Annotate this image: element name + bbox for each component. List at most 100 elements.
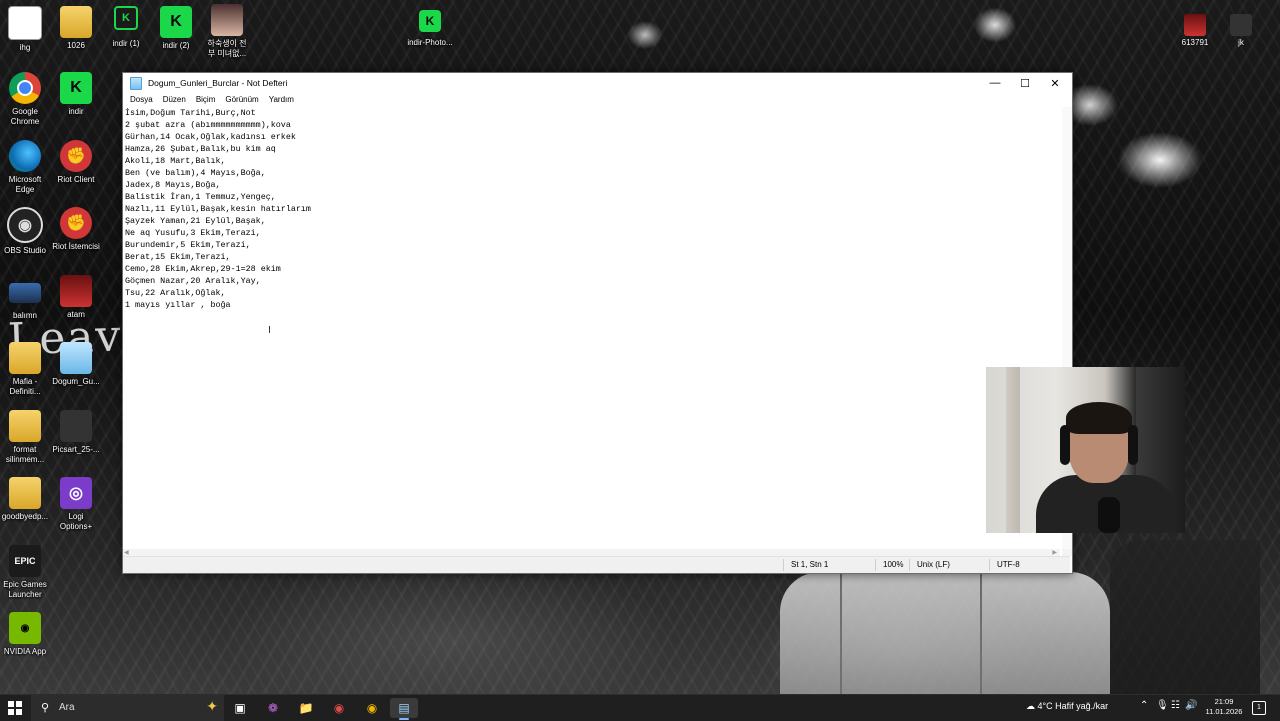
chrome-icon: [9, 72, 41, 104]
headset-icon: [1128, 425, 1138, 465]
window-title: Dogum_Gunleri_Burclar - Not Defteri: [148, 78, 288, 88]
sparkle-icon: ✦: [206, 698, 218, 714]
kick-icon: K: [160, 6, 192, 38]
menu-duzen[interactable]: Düzen: [158, 93, 191, 107]
photo-icon: [1230, 14, 1252, 36]
desktop-icon-nvidia-app[interactable]: ◉ NVIDIA App: [0, 612, 56, 657]
menu-yardim[interactable]: Yardım: [264, 93, 299, 107]
horizontal-scrollbar[interactable]: ◀ ▶: [123, 549, 1060, 556]
folder-icon: [60, 6, 92, 38]
copilot-icon[interactable]: ❁: [259, 698, 287, 718]
weather-text: 4°C Hafif yağ./kar: [1037, 701, 1109, 711]
media-player-icon[interactable]: ◉: [325, 698, 353, 718]
desktop-icon-riot-istemcisi[interactable]: ✊ Riot İstemcisi: [45, 207, 107, 252]
start-button[interactable]: [8, 701, 22, 715]
clock[interactable]: 21:09 11.01.2026: [1203, 697, 1245, 717]
photo-icon: [211, 4, 243, 36]
game-icon: [9, 342, 41, 374]
edge-icon: [9, 140, 41, 172]
notepad-icon: [60, 342, 92, 374]
desktop-icon-picsart[interactable]: Picsart_25-...: [45, 410, 107, 455]
wallpaper-player-arm: [1110, 540, 1260, 694]
status-bar: St 1, Stn 1 100% Unix (LF) UTF-8: [123, 556, 1070, 573]
status-separator: [783, 559, 784, 571]
network-icon[interactable]: ☷: [1171, 700, 1180, 711]
photo-icon: [60, 410, 92, 442]
notification-icon[interactable]: 1: [1252, 701, 1266, 715]
desktop-icon-indir-photo[interactable]: K indir-Photo...: [399, 6, 461, 48]
clock-date: 11.01.2026: [1205, 707, 1243, 716]
text-line: Akoli,18 Mart,Balık,: [125, 156, 226, 166]
webcam-background-lamp: [1006, 367, 1020, 533]
weather-widget[interactable]: ☁ 4°C Hafif yağ./kar: [1026, 701, 1108, 712]
text-line: Berat,15 Ekim,Terazi,: [125, 252, 231, 262]
text-line: Gürhan,14 Ocak,Oğlak,kadınsı erkek: [125, 132, 296, 142]
close-button[interactable]: ✕: [1040, 73, 1070, 93]
minimize-button[interactable]: —: [980, 73, 1010, 93]
wallpaper-player-shorts: [780, 572, 1110, 694]
text-line: Ne aq Yusufu,3 Ekim,Terazi,: [125, 228, 261, 238]
menu-bicim[interactable]: Biçim: [191, 93, 221, 107]
photo-icon: [60, 275, 92, 307]
text-line: İsim,Doğum Tarihi,Burç,Not: [125, 108, 256, 118]
epic-icon: EPIC: [9, 545, 41, 577]
text-line: Ben (ve balım),4 Mayıs,Boğa,: [125, 168, 266, 178]
cursor-position: St 1, Stn 1: [791, 560, 829, 569]
notepad-icon: [130, 76, 142, 90]
microphone-icon[interactable]: 🎙: [1156, 700, 1169, 711]
text-line: Nazlı,11 Eylül,Başak,kesin hatırlarım: [125, 204, 311, 214]
text-line: 2 şubat azra (abımmmmmmmmmm),kova: [125, 120, 291, 130]
task-view-button[interactable]: ▣: [226, 698, 254, 718]
status-separator: [989, 559, 990, 571]
taskbar-search[interactable]: ⚲ Ara ✦: [31, 695, 224, 721]
maximize-button[interactable]: ☐: [1010, 73, 1040, 93]
text-editor[interactable]: İsim,Doğum Tarihi,Burç,Not 2 şubat azra …: [123, 107, 1070, 549]
scroll-right-icon[interactable]: ▶: [1052, 549, 1057, 556]
text-line: 1 mayıs yıllar , boğa: [125, 300, 231, 310]
notepad-taskbar-icon[interactable]: ▤: [390, 698, 418, 720]
notepad-window[interactable]: Dogum_Gunleri_Burclar - Not Defteri — ☐ …: [122, 72, 1073, 574]
desktop-icon-logi-options[interactable]: ◎ Logi Options+: [45, 477, 107, 532]
text-line: Şayzek Yaman,21 Eylül,Başak,: [125, 216, 266, 226]
desktop-icon-atam[interactable]: atam: [45, 275, 107, 320]
folder-icon: [9, 477, 41, 509]
document-icon: [8, 6, 42, 40]
text-line: Balistik İran,1 Temmuz,Yengeç,: [125, 192, 276, 202]
chrome-taskbar-icon[interactable]: ◉: [358, 698, 386, 718]
desktop-icon-riot-client[interactable]: ✊ Riot Client: [45, 140, 107, 185]
desktop-icon-korean-photo[interactable]: 하숙생이 전 부 미녀없...: [196, 4, 258, 59]
weather-cloud-icon: ☁: [1026, 701, 1035, 711]
file-explorer-icon[interactable]: 📁: [292, 698, 320, 718]
volume-icon[interactable]: 🔊: [1185, 700, 1197, 711]
text-cursor-icon: I: [268, 325, 271, 336]
zoom-level: 100%: [883, 560, 904, 569]
text-line: Jadex,8 Mayıs,Boğa,: [125, 180, 221, 190]
desktop-icon-jk[interactable]: jk: [1221, 14, 1261, 47]
riot-icon: ✊: [60, 140, 92, 172]
photo-icon: [9, 283, 41, 303]
desktop-icon-epic-games[interactable]: EPIC Epic Games Launcher: [0, 545, 56, 600]
headset-icon: [1060, 425, 1070, 465]
scrollbar-corner: [1062, 549, 1072, 556]
text-line: Cemo,28 Ekim,Akrep,29-1=28 ekim: [125, 264, 281, 274]
title-bar[interactable]: Dogum_Gunleri_Burclar - Not Defteri — ☐ …: [123, 73, 1072, 93]
folder-icon: [9, 410, 41, 442]
nvidia-icon: ◉: [9, 612, 41, 644]
chevron-up-icon[interactable]: ⌃: [1140, 700, 1148, 711]
obs-icon: ◉: [7, 207, 43, 243]
desktop-icon-613791[interactable]: 613791: [1175, 14, 1215, 47]
search-placeholder: Ara: [59, 702, 75, 713]
photo-icon: [1184, 14, 1206, 36]
webcam-overlay: [986, 367, 1185, 533]
status-separator: [909, 559, 910, 571]
text-line: Burundemir,5 Ekim,Terazi,: [125, 240, 251, 250]
logi-icon: ◎: [60, 477, 92, 509]
scroll-left-icon[interactable]: ◀: [124, 549, 129, 556]
menu-bar: Dosya Düzen Biçim Görünüm Yardım: [123, 93, 1072, 107]
encoding: UTF-8: [997, 560, 1020, 569]
clock-time: 21:09: [1214, 697, 1234, 706]
desktop-icon-dogum-gunleri[interactable]: Dogum_Gu...: [45, 342, 107, 387]
desktop-icon-indir[interactable]: K indir: [45, 72, 107, 117]
menu-gorunum[interactable]: Görünüm: [220, 93, 263, 107]
menu-dosya[interactable]: Dosya: [125, 93, 158, 107]
